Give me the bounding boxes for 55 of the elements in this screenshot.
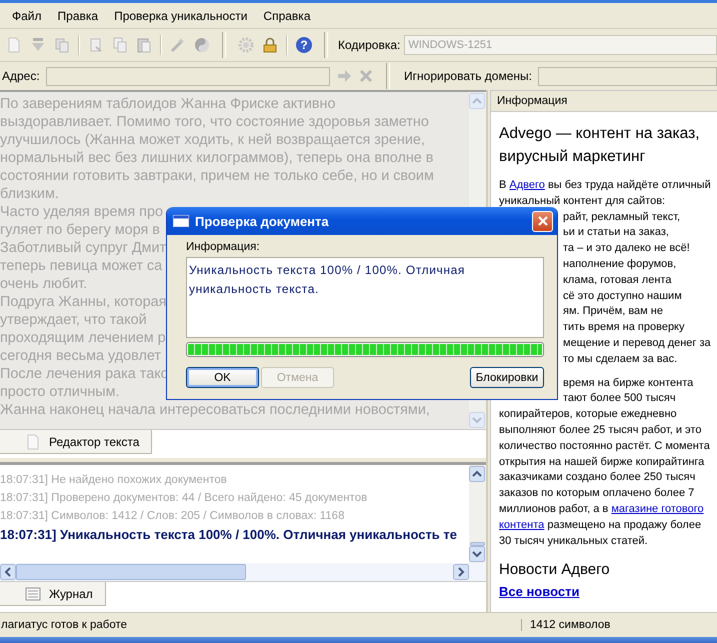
info-text-line: открытия на нашей бирже копирайтинга	[499, 454, 704, 470]
log-line: 18:07:31] Символов: 1412 / Слов: 205 / Символов в словах: 1168	[0, 509, 346, 524]
dialog-title: Проверка документа	[195, 214, 330, 228]
ignore-domains-label: Игнорировать домены:	[403, 69, 532, 83]
info-text-line: та – и это далеко не всё!	[563, 241, 690, 256]
editor-text-line: близким.	[0, 185, 59, 203]
news-heading: Новости Адвего	[499, 561, 611, 578]
editor-text-line: Жанна наконец начала интересоваться последними новостями,	[0, 401, 430, 419]
info-text-line: миллионов работ, а в магазине готового	[499, 502, 704, 517]
editor-text-line: проходящим лечением р	[0, 329, 166, 347]
info-text-line: тают более 500 тысяч	[563, 391, 676, 406]
info-text-line: тить время на проверку	[563, 320, 684, 336]
info-text-line: наполнение форумов,	[563, 256, 676, 272]
info-text-line: количество постоянно растёт. С момента	[499, 438, 710, 454]
editor-text-line: По заверениям таблоидов Жанна Фриске активно	[0, 95, 336, 113]
info-text-line: сё это доступно нашим	[563, 288, 682, 304]
info-text-line: райт, рекламный текст,	[563, 210, 680, 225]
editor-text-line: нормальный вес без лишних килограммов), теперь она вполне в	[0, 149, 434, 167]
editor-text-line: улучшилось (Жанна может ходить, к ней возвращается зрение,	[0, 131, 425, 149]
editor-text-line: теперь певица может са	[0, 257, 162, 275]
encoding-label: Кодировка:	[338, 38, 400, 52]
log-line: 18:07:31] Не найдено похожих документов	[0, 473, 228, 488]
editor-text-line: утверждает, что такой	[0, 311, 147, 329]
status-message: лагиатус готов к работе	[0, 619, 522, 631]
editor-text-line: очень любит.	[0, 275, 88, 293]
info-text-line: уникальный контент для сайтов:	[499, 194, 666, 209]
editor-text-line: состоянии готовить завтраки, причем не только себе, но и своим	[0, 167, 434, 185]
address-label: Адрес:	[1, 69, 40, 83]
info-text-line: мещение и перевод денег за	[563, 336, 711, 351]
editor-text-line: просто отличным.	[0, 383, 120, 401]
editor-text-line: сегодня весьма удовлет	[0, 347, 161, 365]
info-text-line: клама, готовая лента	[563, 272, 672, 288]
info-label: Информация:	[186, 241, 261, 255]
info-text-line: время на бирже контента	[563, 376, 694, 391]
editor-text-line: выздоравливает. Помимо того, что состояние здоровья заметно	[0, 113, 429, 131]
info-text-line: выполняют более 25 тысяч работ, и это	[499, 422, 702, 438]
info-title: Advego — контент на заказ, вирусный маркетинг	[499, 124, 701, 167]
editor-text-line: Подруга Жанны, которая	[0, 293, 166, 311]
info-text-line: 30 тысяч уникальных статей.	[499, 534, 648, 549]
info-text-line: заказов по которым оплачено более 7	[499, 486, 694, 502]
info-text-line: В Адвего вы без труда найдёте отличный	[499, 178, 711, 193]
info-text-line: то мы сделаем за вас.	[563, 352, 678, 367]
log-line: 18:07:31] Уникальность текста 100% / 100%. Отличная уникальность те	[0, 526, 458, 544]
editor-text-line: Заботливый супруг Дмит	[0, 239, 166, 257]
editor-text-line: Часто уделяя время про	[0, 203, 163, 221]
log-line: 18:07:31] Проверено документов: 44 / Всего найдено: 45 документов	[0, 491, 368, 506]
info-text-line: ьи и статьи на заказ,	[563, 225, 669, 240]
info-text-line: контента размещено на продажу более	[499, 518, 702, 533]
info-text-line: заказчиками создано более 250 тысяч	[499, 470, 696, 486]
editor-text-line: гуляет по берегу моря в	[0, 221, 160, 239]
character-count: 1412 символов	[529, 619, 610, 631]
info-panel-header: Информация	[491, 90, 717, 112]
info-text-line: копирайтеров, которые ежедневно	[499, 407, 677, 422]
message-box: Уникальность текста 100% / 100%. Отличная уникальность текста.	[186, 257, 544, 338]
info-text-line: ям. Причём, вам не	[563, 304, 663, 320]
